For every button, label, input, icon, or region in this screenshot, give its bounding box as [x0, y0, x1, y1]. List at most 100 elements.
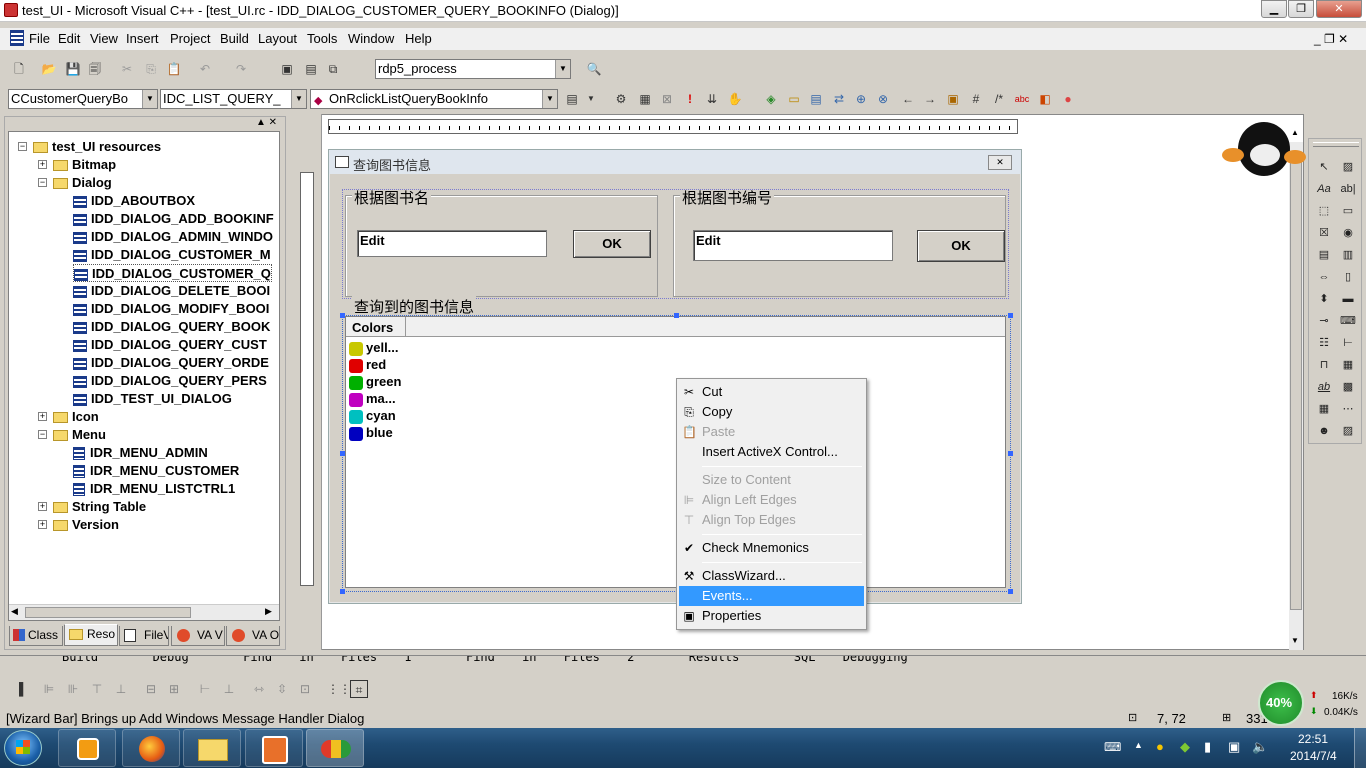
- go-icon[interactable]: ⇊: [703, 90, 721, 108]
- collapse-icon[interactable]: −: [38, 430, 47, 439]
- align-top-icon[interactable]: ⊤: [88, 680, 106, 698]
- tree-item-dialog[interactable]: IDD_DIALOG_QUERY_ORDE: [73, 354, 269, 371]
- dialog-close-button[interactable]: ✕: [988, 155, 1012, 170]
- find-in-files-icon[interactable]: 🔍: [585, 60, 603, 78]
- va-icon-1[interactable]: ◈: [762, 90, 780, 108]
- animate-icon[interactable]: ▦: [1339, 357, 1357, 373]
- workspace-icon[interactable]: ▣: [278, 60, 296, 78]
- wizard-action-icon[interactable]: ▤: [563, 90, 581, 108]
- spin-icon[interactable]: ⬍: [1315, 291, 1333, 307]
- taskbar-firefox[interactable]: [122, 729, 180, 767]
- va-tomato-icon[interactable]: ●: [1059, 90, 1077, 108]
- expand-icon[interactable]: +: [38, 160, 47, 169]
- scroll-left-icon[interactable]: ◀: [11, 606, 18, 617]
- center-vertical-icon[interactable]: ⊟: [142, 680, 160, 698]
- tray-nvidia-icon[interactable]: ◆: [1180, 739, 1190, 755]
- va-icon-8[interactable]: #: [967, 90, 985, 108]
- align-right-icon[interactable]: ⊪: [64, 680, 82, 698]
- expand-icon[interactable]: +: [38, 412, 47, 421]
- same-width-icon[interactable]: ⇿: [250, 680, 268, 698]
- menu-edit[interactable]: Edit: [58, 31, 80, 46]
- button-icon[interactable]: ▭: [1339, 203, 1357, 219]
- clock-time[interactable]: 22:51: [1298, 732, 1328, 746]
- qq-penguin-mascot[interactable]: [1222, 120, 1306, 180]
- scroll-thumb[interactable]: [1290, 162, 1302, 610]
- build-icon[interactable]: ▦: [636, 90, 654, 108]
- tree-item-dialog[interactable]: IDD_DIALOG_ADD_BOOKINF: [73, 210, 274, 227]
- va-icon-3[interactable]: ▤: [807, 90, 825, 108]
- edit-box-icon[interactable]: ab|: [1339, 181, 1357, 197]
- va-icon-9[interactable]: ◧: [1036, 90, 1054, 108]
- chevron-down-icon[interactable]: ▼: [142, 90, 157, 108]
- save-all-icon[interactable]: 🗐: [86, 60, 104, 78]
- expand-icon[interactable]: +: [38, 520, 47, 529]
- extended-combo-icon[interactable]: ▨: [1339, 423, 1357, 439]
- forward-icon[interactable]: →: [921, 90, 939, 108]
- custom-control-icon[interactable]: ☻: [1315, 423, 1333, 439]
- menu-tools[interactable]: Tools: [307, 31, 337, 46]
- list-item[interactable]: blue: [349, 424, 393, 441]
- tree-item-dialog[interactable]: IDD_DIALOG_MODIFY_BOOI: [73, 300, 269, 317]
- va-icon-7[interactable]: ▣: [944, 90, 962, 108]
- va-icon-4[interactable]: ⇄: [830, 90, 848, 108]
- menu-cut[interactable]: ✂ Cut: [679, 382, 864, 402]
- menu-project[interactable]: Project: [170, 31, 210, 46]
- tree-item-dialog[interactable]: IDD_DIALOG_CUSTOMER_M: [73, 246, 271, 263]
- resize-handle[interactable]: [1008, 451, 1013, 456]
- tree-folder-version[interactable]: Version: [53, 516, 119, 533]
- open-icon[interactable]: 📂: [40, 60, 58, 78]
- redo-icon[interactable]: ↷: [232, 60, 250, 78]
- resize-handle[interactable]: [340, 451, 345, 456]
- picture-icon[interactable]: ▨: [1339, 159, 1357, 175]
- date-picker-icon[interactable]: ▩: [1339, 379, 1357, 395]
- resize-handle[interactable]: [1008, 313, 1013, 318]
- close-button[interactable]: ✕: [1316, 0, 1362, 18]
- tree-folder-dialog[interactable]: Dialog: [53, 174, 112, 191]
- list-header-colors[interactable]: Colors: [346, 317, 406, 337]
- resource-tree[interactable]: − test_UI resources + Bitmap − Dialog ID…: [8, 131, 280, 621]
- scroll-right-icon[interactable]: ▶: [265, 606, 272, 617]
- align-left-icon[interactable]: ⊫: [40, 680, 58, 698]
- group-box-icon[interactable]: ⬚: [1315, 203, 1333, 219]
- scroll-thumb[interactable]: [25, 607, 191, 618]
- menu-properties[interactable]: ▣ Properties: [679, 606, 864, 626]
- chevron-down-icon[interactable]: ▼: [582, 90, 600, 108]
- scroll-down-icon[interactable]: ▼: [1291, 636, 1299, 645]
- tab-resource-view[interactable]: Reso: [64, 624, 118, 646]
- tray-volume-icon[interactable]: 🔈: [1252, 739, 1268, 755]
- execute-icon[interactable]: !: [681, 90, 699, 108]
- show-desktop-button[interactable]: [1354, 728, 1366, 768]
- back-icon[interactable]: ←: [899, 90, 917, 108]
- tree-item-dialog[interactable]: IDD_DIALOG_QUERY_CUST: [73, 336, 267, 353]
- taskbar-explorer[interactable]: [183, 729, 241, 767]
- output-icon[interactable]: ▤: [302, 60, 320, 78]
- tab-class-view[interactable]: Class: [9, 626, 63, 646]
- menu-insert[interactable]: Insert: [126, 31, 159, 46]
- tree-item-menu[interactable]: IDR_MENU_LISTCTRL1: [73, 480, 235, 497]
- tree-item-menu[interactable]: IDR_MENU_ADMIN: [73, 444, 208, 461]
- list-control-icon[interactable]: ☷: [1315, 335, 1333, 351]
- tree-root[interactable]: test_UI resources: [33, 138, 161, 155]
- toggle-guides-icon[interactable]: ⌗: [350, 680, 368, 698]
- list-item[interactable]: cyan: [349, 407, 396, 424]
- tray-network-icon[interactable]: ▣: [1228, 739, 1240, 755]
- menu-events[interactable]: Events...: [679, 586, 864, 606]
- tree-item-dialog[interactable]: IDD_TEST_UI_DIALOG: [73, 390, 232, 407]
- tray-device-icon[interactable]: ▮: [1204, 739, 1211, 755]
- config-combo[interactable]: rdp5_process ▼: [375, 59, 571, 79]
- menu-insert-activex[interactable]: Insert ActiveX Control...: [679, 442, 864, 462]
- toggle-grid-icon[interactable]: ⋮⋮: [327, 680, 351, 698]
- list-item[interactable]: ma...: [349, 390, 396, 407]
- tree-folder-string-table[interactable]: String Table: [53, 498, 146, 515]
- restore-button[interactable]: ❐: [1288, 0, 1314, 18]
- hotkey-icon[interactable]: ⌨: [1339, 313, 1357, 329]
- tree-item-dialog-selected[interactable]: IDD_DIALOG_CUSTOMER_Q: [73, 264, 272, 282]
- pane-buttons[interactable]: ▲ ✕: [256, 117, 277, 128]
- tree-item-dialog[interactable]: IDD_ABOUTBOX: [73, 192, 195, 209]
- tree-folder-menu[interactable]: Menu: [53, 426, 106, 443]
- tree-item-dialog[interactable]: IDD_DIALOG_QUERY_BOOK: [73, 318, 270, 335]
- chevron-down-icon[interactable]: ▼: [555, 60, 570, 78]
- checkbox-icon[interactable]: ☒: [1315, 225, 1333, 241]
- menu-window[interactable]: Window: [348, 31, 394, 46]
- collapse-icon[interactable]: −: [38, 178, 47, 187]
